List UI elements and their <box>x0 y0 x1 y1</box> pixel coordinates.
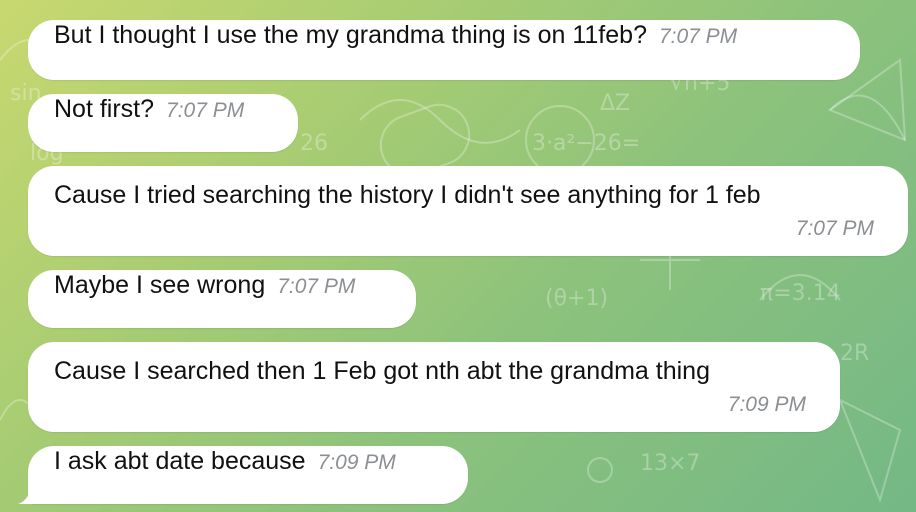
message-text: Maybe I see wrong <box>54 271 266 299</box>
message-timestamp: 7:07 PM <box>795 217 874 240</box>
message-bubble[interactable]: Cause I tried searching the history I di… <box>28 166 908 256</box>
message-text: Cause I tried searching the history I di… <box>54 181 761 209</box>
message-timestamp: 7:07 PM <box>658 25 738 48</box>
message-bubble[interactable]: Not first? 7:07 PM <box>28 94 298 152</box>
message-bubble[interactable]: But I thought I use the my grandma thing… <box>28 20 860 80</box>
message-text: Not first? <box>54 95 155 123</box>
message-text: Cause I searched then 1 Feb got nth abt … <box>54 357 710 385</box>
message-timestamp: 7:07 PM <box>166 99 245 122</box>
message-text: But I thought I use the my grandma thing… <box>54 21 647 49</box>
message-timestamp: 7:09 PM <box>317 451 396 474</box>
message-timestamp: 7:09 PM <box>727 393 806 416</box>
chat-history: But I thought I use the my grandma thing… <box>0 0 916 512</box>
message-bubble[interactable]: Cause I searched then 1 Feb got nth abt … <box>28 342 840 432</box>
message-bubble[interactable]: I ask abt date because 7:09 PM <box>18 446 468 504</box>
bubble-tail-icon <box>18 482 40 504</box>
message-timestamp: 7:07 PM <box>277 275 356 298</box>
message-text: I ask abt date because <box>54 447 306 475</box>
message-bubble[interactable]: Maybe I see wrong 7:07 PM <box>28 270 416 328</box>
